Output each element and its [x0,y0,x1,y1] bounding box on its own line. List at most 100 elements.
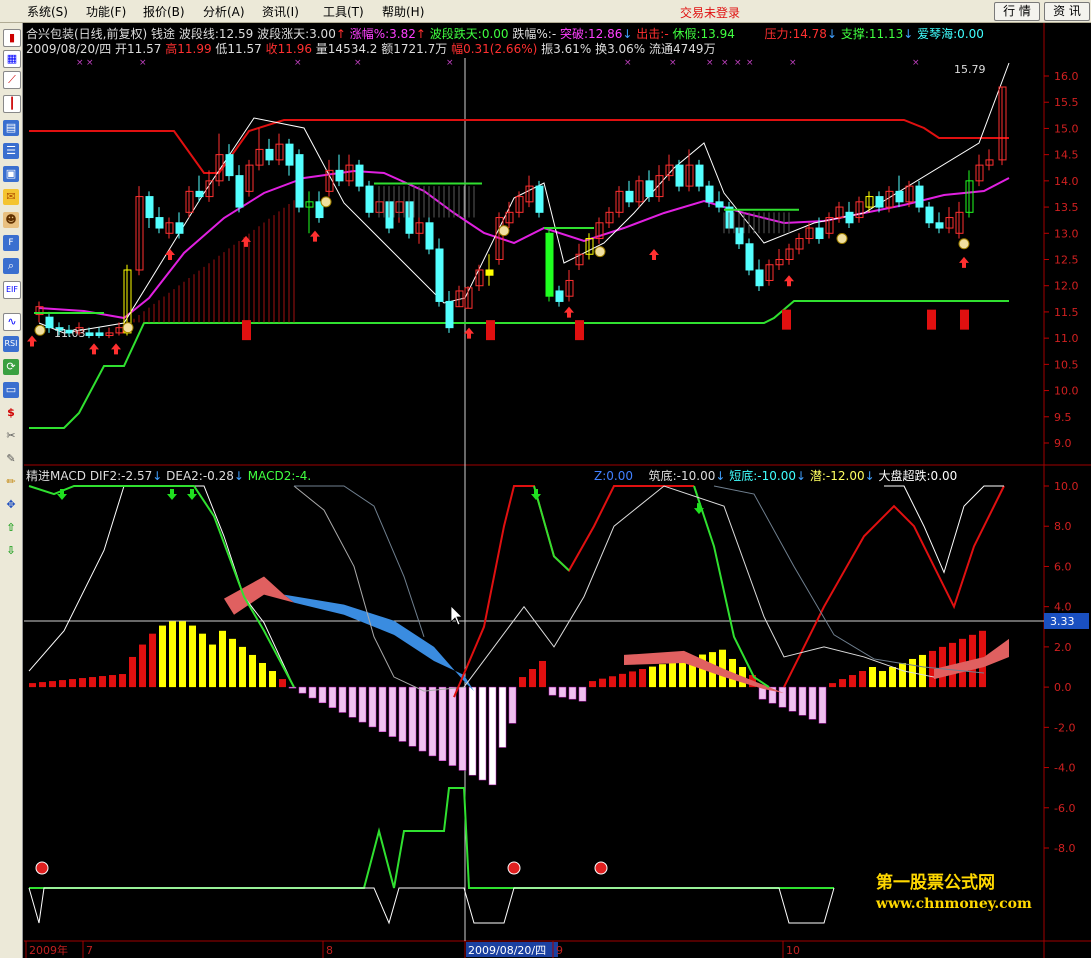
candle-body [365,185,374,213]
price-tick-label: 12.0 [1054,280,1079,293]
money-bag-icon [122,322,134,334]
candle-body [715,201,724,208]
macd-z: Z:0.00 [594,469,633,483]
wave-icon[interactable]: ∿ [3,313,21,331]
macd-bar [378,686,387,733]
login-status[interactable]: 交易未登录 [680,4,740,21]
mouse-cursor-icon [450,605,463,626]
macd-bar [338,686,347,713]
edit-icon[interactable]: ✎ [3,451,19,467]
buy-arrow [564,306,574,318]
macd-dif: DIF2:-2.57 [89,469,153,483]
low-label: 11.03 [54,327,86,340]
tool-icon[interactable]: ✂ [3,428,19,444]
candle-body [225,154,234,177]
menu-tools[interactable]: 工具(T) [323,3,364,20]
x-mark: × [139,58,147,68]
macd-bar [778,686,787,708]
down-arrow-icon[interactable]: ⇩ [3,543,19,559]
people-icon[interactable]: ☻ [3,212,19,228]
macd-tick-label: -2.0 [1054,721,1075,734]
money-bag-icon [836,233,848,245]
grid-icon[interactable]: ▦ [3,50,21,68]
chart-area[interactable]: 16.0 15.5 15.0 14.5 14.0 13.5 13.0 12.5 12.0 11.5… [24,23,1091,958]
sell-arrow [167,489,177,501]
rsi-icon[interactable]: RSI [3,336,19,352]
candle-icon[interactable]: ┃ [3,95,21,113]
pressure-line [29,119,1009,174]
f10-icon[interactable]: F [3,235,19,251]
macd-bar [478,686,487,781]
macd-bar [328,686,337,708]
price-tick-label: 15.0 [1054,122,1079,135]
high-value: 高11.99 [165,42,212,56]
doc-icon[interactable]: ▣ [3,166,19,182]
macd-bar [298,686,307,694]
chart-icon[interactable]: ▮ [3,29,21,47]
line-icon[interactable]: ⟋ [3,71,21,89]
macd-bar [829,683,836,688]
candle-body [545,232,554,297]
macd-bar [59,680,66,688]
macd-bar [89,677,96,688]
menu-help[interactable]: 帮助(H) [382,3,424,20]
etf-icon[interactable]: EIF [3,281,21,299]
macd-bar [428,686,437,757]
macd-bar [919,654,926,688]
macd-bar [508,686,517,724]
watermark-title: 第一股票公式网 [876,873,995,893]
pen-icon[interactable]: ✏ [3,474,19,490]
candle-body [705,185,714,203]
build-bottom: 筑底:-10.00 [648,469,716,483]
macd-bar [529,669,536,688]
macd-bar [348,686,357,718]
macd-bar [159,625,166,688]
list-icon[interactable]: ☰ [3,143,19,159]
macd-bar [79,678,86,688]
chart-canvas[interactable]: 16.0 15.5 15.0 14.5 14.0 13.5 13.0 12.5 12.0 11.5… [24,23,1091,958]
candle-body [645,180,654,198]
x-mark: × [746,58,754,68]
macd-bar [599,678,606,688]
macd-bar [438,686,447,761]
mail-icon[interactable]: ✉ [3,189,19,205]
menu-quote[interactable]: 报价(B) [143,3,185,20]
sell-arrow [531,489,541,501]
macd-dea: DEA2:-0.28 [166,469,234,483]
macd-bar [239,646,246,688]
candle-body [235,175,244,208]
date-label: 7 [86,944,93,957]
candle-body [895,190,904,203]
up-arrow-icon[interactable]: ⇧ [3,520,19,536]
watermark-url: www.chnmoney.com [876,896,1032,912]
menu-function[interactable]: 功能(F) [86,3,126,20]
dive-value: 潜:-12.00 [809,469,865,483]
macd-bar [39,682,46,688]
gray-osc [713,485,985,674]
menu-system[interactable]: 系统(S) [27,3,68,20]
price-tick-label: 13.0 [1054,227,1079,240]
date-label: 8 [326,944,333,957]
candle-body [45,316,54,329]
bottom-white-line [28,887,835,925]
zoom-icon[interactable]: ⌕ [3,258,19,274]
short-line [453,485,694,698]
table-icon[interactable]: ▤ [3,120,19,136]
macd-bar [288,686,297,689]
sell-arrow [187,489,197,501]
info-button[interactable]: 资 讯 [1044,2,1090,21]
macd-bar [578,686,587,702]
macd-tick-label: 10.0 [1054,480,1079,493]
screen-icon[interactable]: ▭ [3,382,19,398]
macd-bar [859,671,866,688]
menu-news[interactable]: 资讯(I) [262,3,299,20]
menu-analysis[interactable]: 分析(A) [203,3,245,20]
price-tick-label: 13.5 [1054,201,1079,214]
refresh-icon[interactable]: ⟳ [3,359,19,375]
dollar-icon[interactable]: $ [3,405,19,421]
signal-block [242,320,251,341]
macd-tick-label: -8.0 [1054,842,1075,855]
move-icon[interactable]: ✥ [3,497,19,513]
quote-button[interactable]: 行 情 [994,2,1040,21]
price-tick-label: 9.0 [1054,437,1072,450]
